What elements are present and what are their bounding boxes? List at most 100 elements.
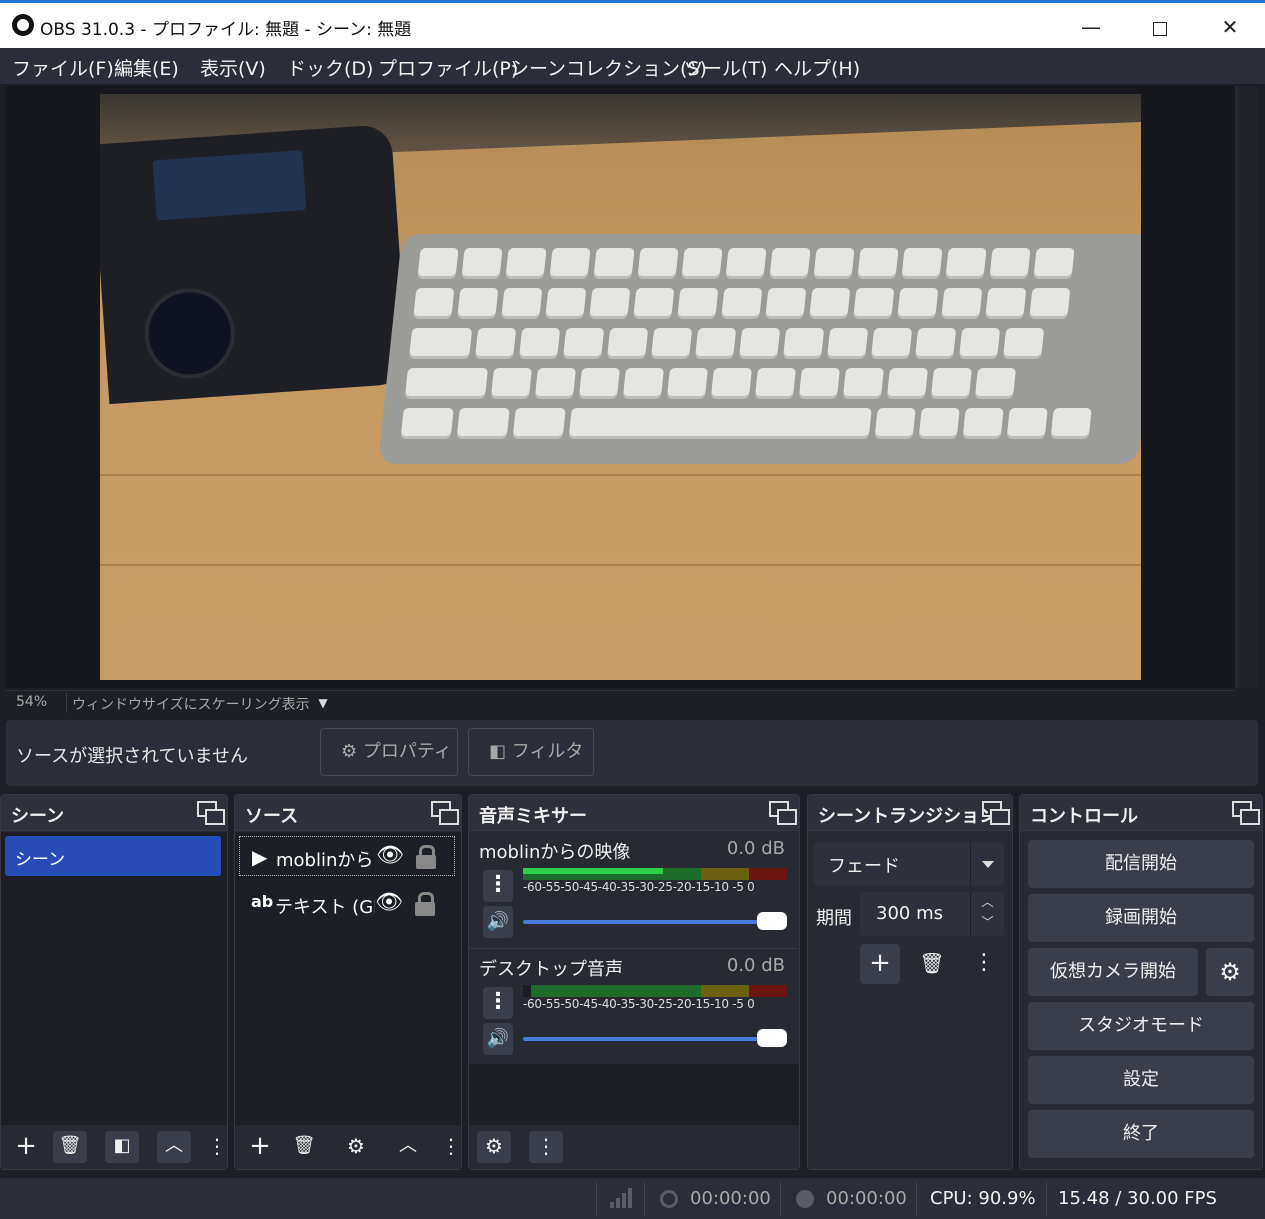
menu-view[interactable]: 表示(V) [200,54,266,81]
meter-ticks: -60-55-50-45-40-35-30-25-20-15-10 -5 0 [523,997,755,1011]
advanced-audio-gear-icon[interactable]: ⚙ [477,1131,511,1163]
more-icon[interactable]: ⋮ [529,1131,563,1163]
filters-label: フィルタ [511,741,584,762]
properties-label: プロパティ [362,741,452,762]
settings-button[interactable]: 設定 [1028,1056,1254,1104]
status-bar: 00:00:00 00:00:00 CPU: 90.9% 15.48 / 30.… [0,1178,1265,1219]
menu-dock[interactable]: ドック(D) [287,54,373,81]
mixer-channels: moblinからの映像 0.0 dB ⋮ 🔊 -60-55-50-45-40-3… [469,832,799,1127]
meter-yellow-zone [701,868,749,880]
dock-header: ソース [235,795,461,831]
preview-zoom-bar: 54% ウィンドウサイズにスケーリング表示 ▼ [6,690,1234,714]
add-source-button[interactable]: + [243,1131,277,1163]
more-icon[interactable]: ⋮ [483,870,513,902]
filters-button[interactable]: ◧ フィルタ [468,728,594,776]
trash-icon[interactable]: 🗑 [287,1131,321,1163]
duration-input[interactable]: 300 ms ︿ ﹀ [860,892,1004,936]
popout-icon[interactable] [769,801,797,825]
eye-icon[interactable]: 👁 [375,890,403,915]
minimize-button[interactable]: — [1068,9,1114,45]
volume-slider[interactable] [523,1029,787,1047]
controller-dial [141,285,238,382]
maximize-button[interactable] [1137,9,1183,45]
volume-meter [523,985,787,997]
controller-screen [152,150,307,221]
start-recording-button[interactable]: 録画開始 [1028,894,1254,942]
controls-dock: コントロール 配信開始 録画開始 仮想カメラ開始 ⚙ スタジオモード 設定 終了 [1019,794,1263,1170]
transitions-body: フェード 期間 300 ms ︿ ﹀ + 🗑 ⋮ [808,832,1012,1169]
preview-scrollbar[interactable] [1236,86,1258,688]
speaker-icon[interactable]: 🔊 [483,1023,513,1055]
add-scene-button[interactable]: + [9,1131,43,1163]
sources-dock: ソース ▶ moblinから 👁 ab テキスト (GD 👁 + 🗑 ⚙ ︿ ⋮ [234,794,462,1170]
chevron-down-icon[interactable]: ▼ [310,693,336,713]
transition-select[interactable]: フェード [814,842,1004,886]
eye-icon[interactable]: 👁 [376,843,404,868]
chevron-down-icon[interactable] [970,842,1004,886]
menu-tools[interactable]: ツール(T) [684,54,767,81]
preview-video[interactable] [100,94,1141,680]
popout-icon[interactable] [197,801,225,825]
dock-title: 音声ミキサー [479,806,587,827]
more-icon[interactable]: ⋮ [964,944,1004,984]
filter-icon[interactable]: ◧ [105,1131,139,1163]
menu-help[interactable]: ヘルプ(H) [774,54,860,81]
source-item[interactable]: ▶ moblinから 👁 [239,836,455,876]
divider [66,693,67,713]
dock-header: シーン [1,795,227,831]
start-virtual-camera-button[interactable]: 仮想カメラ開始 [1028,948,1198,996]
source-toolbar: + 🗑 ⚙ ︿ ⋮ [235,1125,461,1169]
divider [596,1182,597,1216]
menu-edit[interactable]: 編集(E) [114,54,179,81]
start-streaming-button[interactable]: 配信開始 [1028,840,1254,888]
gear-icon[interactable]: ⚙ [339,1131,373,1163]
duration-value: 300 ms [876,903,943,924]
exit-button[interactable]: 終了 [1028,1110,1254,1158]
add-transition-button[interactable]: + [860,944,900,984]
lock-icon[interactable] [416,843,436,869]
window-title: OBS 31.0.3 - プロファイル: 無題 - シーン: 無題 [40,20,412,40]
lock-icon[interactable] [415,890,435,916]
close-button[interactable]: ✕ [1207,9,1253,45]
menu-file[interactable]: ファイル(F) [12,54,114,81]
properties-button[interactable]: ⚙ プロパティ [320,728,458,776]
source-item[interactable]: ab テキスト (GD 👁 [239,884,455,924]
menu-scene-collection[interactable]: シーンコレクション(S) [510,54,707,81]
stream-status-icon [660,1190,678,1208]
volume-slider[interactable] [523,912,787,930]
popout-icon[interactable] [982,801,1010,825]
scenes-dock: シーン シーン + 🗑 ◧ ︿ ⋮ [0,794,228,1170]
desk-grain [100,474,1141,476]
scene-transitions-dock: シーントランジション フェード 期間 300 ms ︿ ﹀ + 🗑 ⋮ [807,794,1013,1170]
more-icon[interactable]: ⋮ [441,1131,461,1163]
divider [916,1182,917,1216]
chevron-up-icon[interactable]: ︿ [157,1131,191,1163]
stream-time: 00:00:00 [690,1188,771,1209]
popout-icon[interactable] [1232,801,1260,825]
duration-spinner[interactable]: ︿ ﹀ [970,892,1004,936]
meter-ticks: -60-55-50-45-40-35-30-25-20-15-10 -5 0 [523,880,755,894]
menu-profile[interactable]: プロファイル(P) [378,54,518,81]
chevron-up-icon[interactable]: ︿ [391,1131,425,1163]
source-list: ▶ moblinから 👁 ab テキスト (GD 👁 [235,832,461,1125]
channel-name: moblinからの映像 [479,842,631,863]
scene-item[interactable]: シーン [5,836,221,876]
scale-mode-label[interactable]: ウィンドウサイズにスケーリング表示 [72,694,310,714]
popout-icon[interactable] [431,801,459,825]
record-status-icon [796,1190,814,1208]
trash-icon[interactable]: 🗑 [912,944,952,984]
virtual-camera-settings-gear-icon[interactable]: ⚙ [1206,948,1254,996]
scene-list: シーン [1,832,227,1125]
source-label: moblinから [276,850,374,871]
mixer-channel: デスクトップ音声 0.0 dB ⋮ 🔊 -60-55-50-45-40-35-3… [469,948,797,1064]
slider-thumb[interactable] [757,1029,787,1047]
speaker-icon[interactable]: 🔊 [483,906,513,938]
trash-icon[interactable]: 🗑 [53,1131,87,1163]
studio-mode-button[interactable]: スタジオモード [1028,1002,1254,1050]
more-icon[interactable]: ⋮ [483,987,513,1019]
record-time: 00:00:00 [826,1188,907,1209]
dock-header: コントロール [1020,795,1262,831]
slider-thumb[interactable] [757,912,787,930]
mixer-empty-area [469,1064,799,1127]
more-icon[interactable]: ⋮ [207,1131,227,1163]
